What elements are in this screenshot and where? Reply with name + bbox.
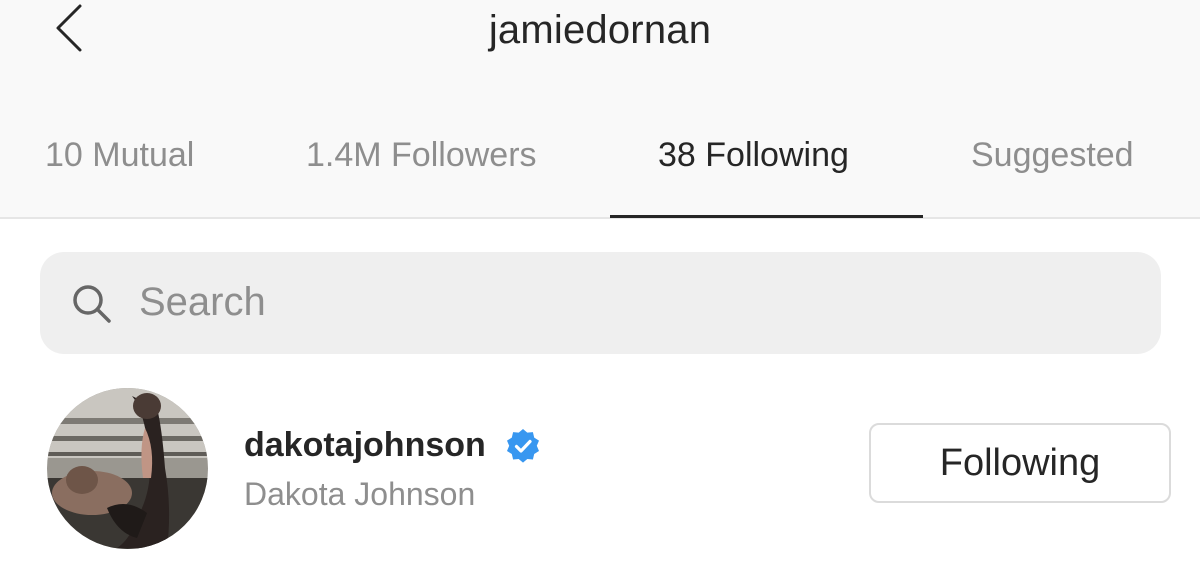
search-input[interactable]: Search [40, 252, 1161, 354]
full-name: Dakota Johnson [244, 476, 476, 512]
following-button[interactable]: Following [869, 423, 1171, 503]
search-placeholder: Search [139, 280, 266, 324]
active-tab-indicator [610, 215, 923, 218]
avatar-photo [47, 388, 208, 549]
following-list: Search dakotajohnson Dakota Johnson Foll… [0, 219, 1200, 583]
page-title: jamiedornan [488, 8, 712, 52]
search-icon [73, 285, 111, 323]
tab-mutual[interactable]: 10 Mutual [45, 136, 194, 175]
profile-header: jamiedornan 10 Mutual 1.4M Followers 38 … [0, 0, 1200, 219]
tab-suggested[interactable]: Suggested [971, 136, 1134, 175]
avatar[interactable] [47, 388, 208, 549]
tab-followers[interactable]: 1.4M Followers [306, 136, 537, 175]
list-item: dakotajohnson Dakota Johnson Following [0, 384, 1200, 554]
username[interactable]: dakotajohnson [244, 426, 486, 465]
verified-badge-icon [507, 429, 539, 463]
tab-following[interactable]: 38 Following [658, 136, 849, 175]
